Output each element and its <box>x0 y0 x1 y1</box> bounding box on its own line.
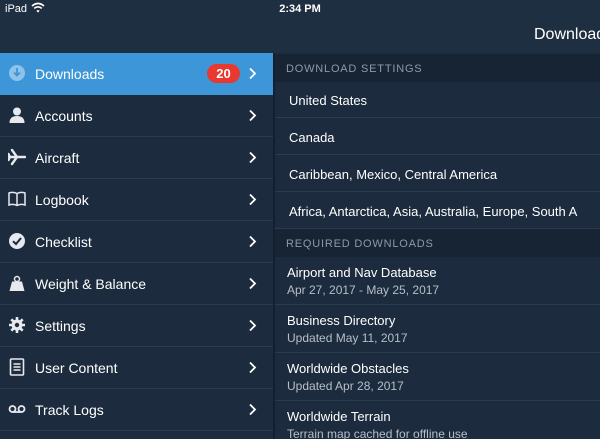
book-icon <box>8 190 26 208</box>
downloads-count-badge: 20 <box>207 64 240 83</box>
section-header-required-downloads: REQUIRED DOWNLOADS <box>275 229 600 257</box>
sidebar-item-user-content[interactable]: User Content <box>0 347 273 389</box>
download-icon <box>8 64 26 82</box>
airplane-icon <box>7 148 27 166</box>
nav-bar: Download <box>0 20 600 53</box>
gear-icon <box>8 316 26 334</box>
download-subtitle: Updated Apr 28, 2017 <box>287 379 404 393</box>
sidebar-item-label: Accounts <box>35 108 93 124</box>
download-subtitle: Apr 27, 2017 - May 25, 2017 <box>287 283 440 297</box>
download-settings-panel: DOWNLOAD SETTINGS United States Canada C… <box>275 53 600 439</box>
region-row-canada[interactable]: Canada <box>275 118 600 155</box>
sidebar-item-label: Settings <box>35 318 86 334</box>
region-row-caribbean[interactable]: Caribbean, Mexico, Central America <box>275 155 600 192</box>
region-label: United States <box>289 93 368 108</box>
clock: 2:34 PM <box>279 3 321 15</box>
checkmark-circle-icon <box>8 232 26 250</box>
sidebar-item-logbook[interactable]: Logbook <box>0 179 273 221</box>
chevron-right-icon <box>248 235 257 248</box>
status-bar: iPad 2:34 PM <box>0 0 600 20</box>
region-label: Africa, Antarctica, Asia, Australia, Eur… <box>289 204 578 219</box>
chevron-right-icon <box>248 151 257 164</box>
section-header-download-settings: DOWNLOAD SETTINGS <box>275 54 600 82</box>
person-icon <box>8 106 26 124</box>
sidebar-item-label: User Content <box>35 360 118 376</box>
sidebar-item-label: Checklist <box>35 234 92 250</box>
region-label: Caribbean, Mexico, Central America <box>289 167 498 182</box>
sidebar-item-label: Downloads <box>35 66 105 82</box>
download-row-business-directory[interactable]: Business Directory Updated May 11, 2017 <box>275 305 600 353</box>
chevron-right-icon <box>248 109 257 122</box>
chevron-right-icon <box>248 403 257 416</box>
sidebar-item-label: Track Logs <box>35 402 104 418</box>
download-row-worldwide-obstacles[interactable]: Worldwide Obstacles Updated Apr 28, 2017 <box>275 353 600 401</box>
sidebar-item-checklist[interactable]: Checklist <box>0 221 273 263</box>
chevron-right-icon <box>248 193 257 206</box>
document-icon <box>8 358 26 376</box>
chevron-right-icon <box>248 361 257 374</box>
download-row-airport-nav-database[interactable]: Airport and Nav Database Apr 27, 2017 - … <box>275 257 600 305</box>
download-title: Business Directory <box>287 313 396 328</box>
sidebar-item-aircraft[interactable]: Aircraft <box>0 137 273 179</box>
sidebar-item-weight-balance[interactable]: Weight & Balance <box>0 263 273 305</box>
sidebar-item-downloads[interactable]: Downloads 20 <box>0 53 273 95</box>
region-row-united-states[interactable]: United States <box>275 82 600 118</box>
sidebar-item-track-logs[interactable]: Track Logs <box>0 389 273 431</box>
region-row-africa-asia-europe[interactable]: Africa, Antarctica, Asia, Australia, Eur… <box>275 192 600 229</box>
page-title: Download <box>534 26 600 43</box>
sidebar: Downloads 20 Accounts Aircraft Logbook C… <box>0 53 273 439</box>
chevron-right-icon <box>248 67 257 80</box>
section-title: REQUIRED DOWNLOADS <box>286 238 434 250</box>
chevron-right-icon <box>248 277 257 290</box>
section-title: DOWNLOAD SETTINGS <box>286 63 423 75</box>
sidebar-item-label: Aircraft <box>35 150 80 166</box>
download-row-worldwide-terrain[interactable]: Worldwide Terrain Terrain map cached for… <box>275 401 600 439</box>
sidebar-item-accounts[interactable]: Accounts <box>0 95 273 137</box>
chevron-right-icon <box>248 319 257 332</box>
download-title: Worldwide Terrain <box>287 409 391 424</box>
voicemail-icon <box>8 400 26 418</box>
region-label: Canada <box>289 130 335 145</box>
sidebar-item-settings[interactable]: Settings <box>0 305 273 347</box>
download-title: Worldwide Obstacles <box>287 361 409 376</box>
download-subtitle: Terrain map cached for offline use <box>287 427 468 439</box>
download-title: Airport and Nav Database <box>287 265 437 280</box>
sidebar-item-label: Logbook <box>35 192 89 208</box>
download-subtitle: Updated May 11, 2017 <box>287 331 408 345</box>
sidebar-item-label: Weight & Balance <box>35 276 147 292</box>
weight-icon <box>8 274 26 292</box>
